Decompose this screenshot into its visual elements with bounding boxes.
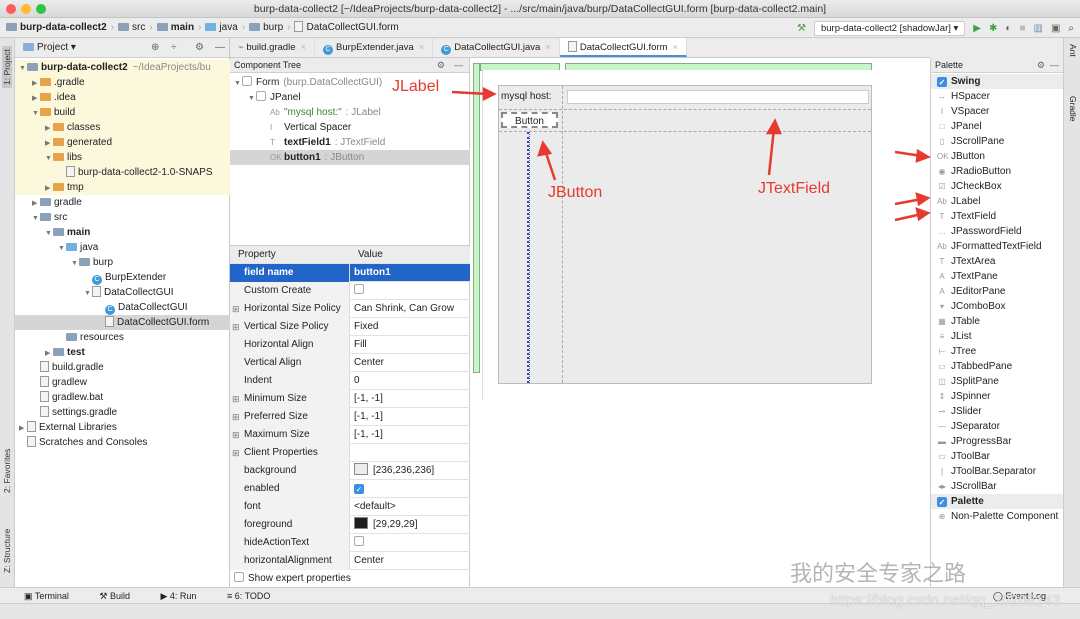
terminal-tool-button[interactable]: ▣ Terminal [24, 591, 83, 601]
run-tool-button[interactable]: ▶ 4: Run [160, 591, 210, 601]
annotation-arrows [451, 86, 931, 222]
watermark-url: https://blog.csdn.net/qq_20208143 [830, 592, 1061, 609]
watermark-name: 我的安全专家之路 [790, 561, 967, 586]
build-tool-button[interactable]: ⚒ Build [99, 591, 144, 601]
todo-tool-button[interactable]: ≡ 6: TODO [227, 591, 284, 601]
arrow-to-textfield [767, 127, 776, 176]
arrow-to-label [451, 90, 489, 96]
